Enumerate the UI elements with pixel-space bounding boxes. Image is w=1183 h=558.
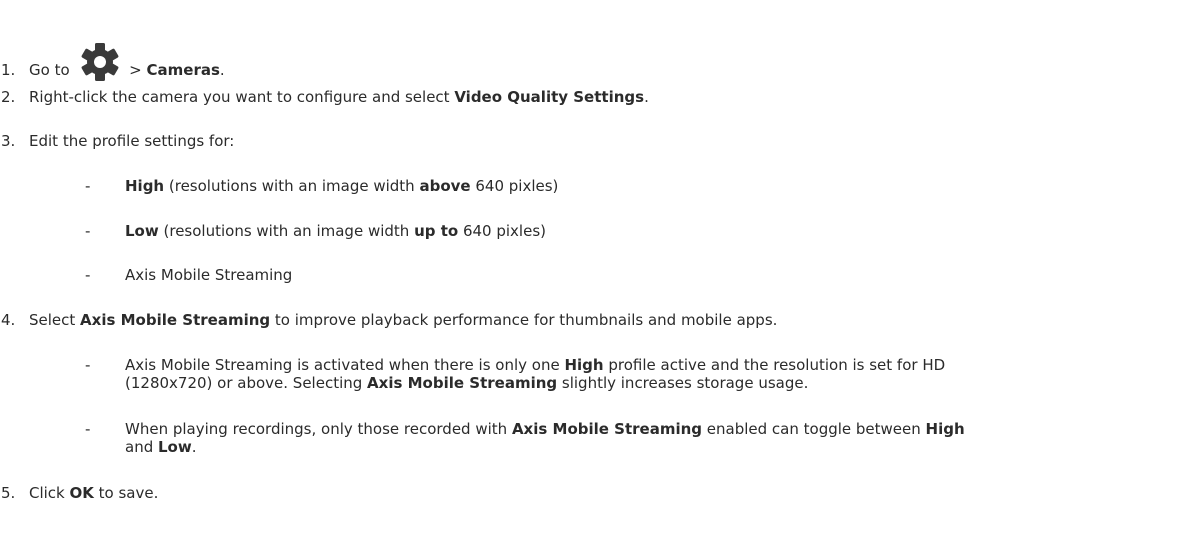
- step-3: 3. Edit the profile settings for:: [0, 132, 234, 150]
- profile-item-mobile: - Axis Mobile Streaming: [85, 266, 293, 284]
- profile-item-low: - Low (resolutions with an image width up…: [85, 222, 546, 240]
- video-quality-settings-label: Video Quality Settings: [454, 88, 645, 106]
- step-number: 3.: [1, 132, 16, 150]
- axis-mobile-streaming-label: Axis Mobile Streaming: [80, 311, 271, 329]
- step-number: 5.: [1, 484, 16, 502]
- instructions-page: 1. Go to > Cameras. 2. Right-click the cam…: [0, 0, 1183, 558]
- step-text: Right-click the camera you want to confi…: [29, 88, 455, 106]
- step-4: 4. Select Axis Mobile Streaming to improv…: [1, 311, 778, 329]
- note-playback: - When playing recordings, only those rec…: [85, 420, 965, 456]
- step-text: Edit the profile settings for:: [29, 132, 235, 150]
- cameras-label: Cameras: [146, 61, 220, 79]
- step-2: 2. Right-click the camera you want to con…: [1, 88, 649, 106]
- gear-icon: [80, 42, 120, 82]
- list-dash: -: [85, 222, 91, 240]
- step-5: 5. Click OK to save.: [1, 484, 159, 502]
- step-number: 1.: [1, 61, 16, 79]
- step-text: Go to: [29, 61, 75, 79]
- profile-item-high: - High (resolutions with an image width a…: [85, 177, 559, 195]
- step-text: Click: [29, 484, 70, 502]
- step-1: 1. Go to > Cameras.: [0, 42, 225, 82]
- step-text: >: [124, 61, 147, 79]
- list-dash: -: [85, 266, 91, 284]
- step-text: Select: [29, 311, 81, 329]
- list-dash: -: [85, 177, 91, 195]
- note-activation: - Axis Mobile Streaming is activated when…: [85, 356, 946, 392]
- ok-label: OK: [69, 484, 94, 502]
- step-number: 4.: [1, 311, 16, 329]
- list-dash: -: [85, 356, 91, 374]
- step-number: 2.: [1, 88, 16, 106]
- list-dash: -: [85, 420, 91, 438]
